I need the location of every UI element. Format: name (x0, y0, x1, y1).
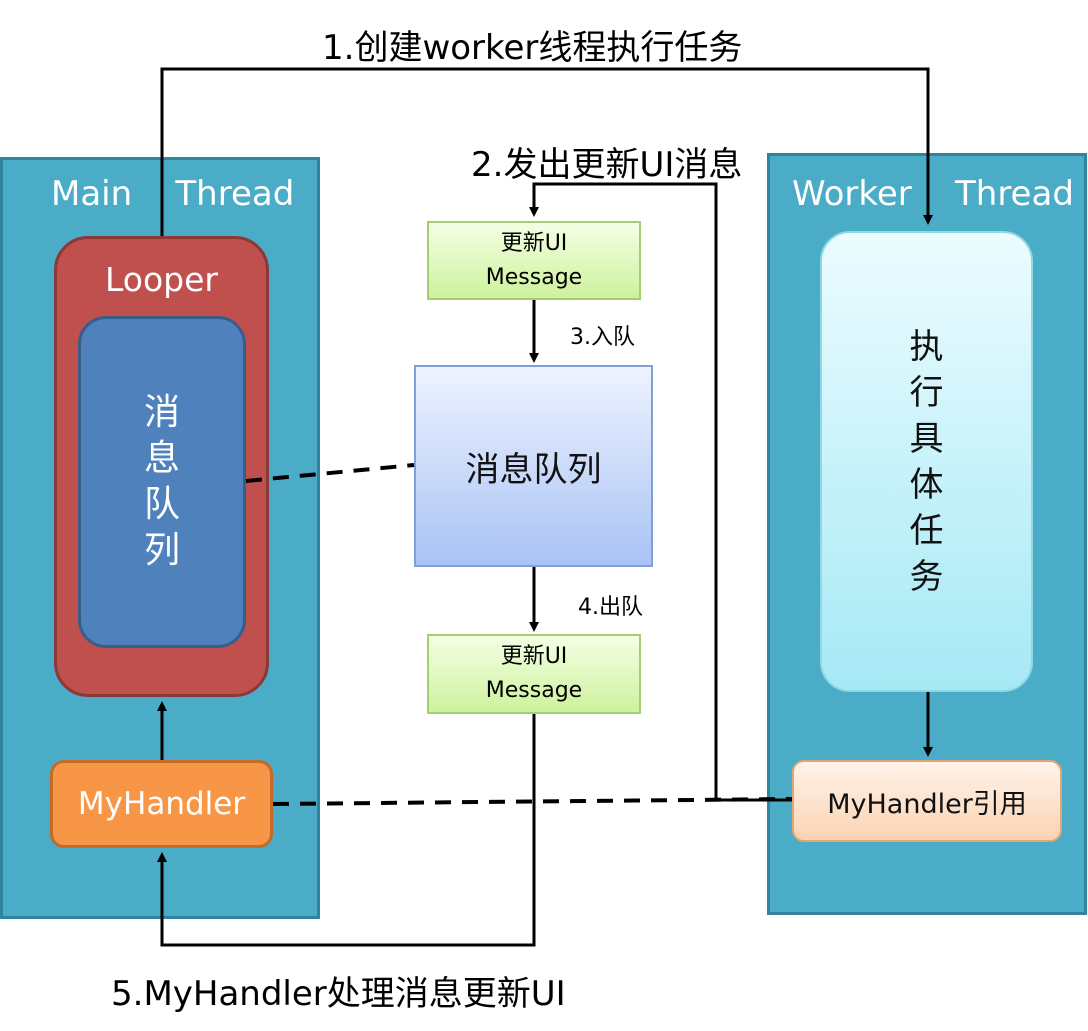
step1-label: 1.创建worker线程执行任务 (322, 28, 743, 68)
step2-label: 2.发出更新UI消息 (471, 145, 743, 185)
step3-label: 3.入队 (570, 325, 635, 350)
arrow-handle-message (157, 714, 536, 947)
arrow-send-message (529, 182, 792, 802)
dashed-link-queues (245, 463, 415, 483)
step4-label: 4.出队 (578, 595, 643, 620)
step5-label: 5.MyHandler处理消息更新UI (111, 974, 566, 1014)
